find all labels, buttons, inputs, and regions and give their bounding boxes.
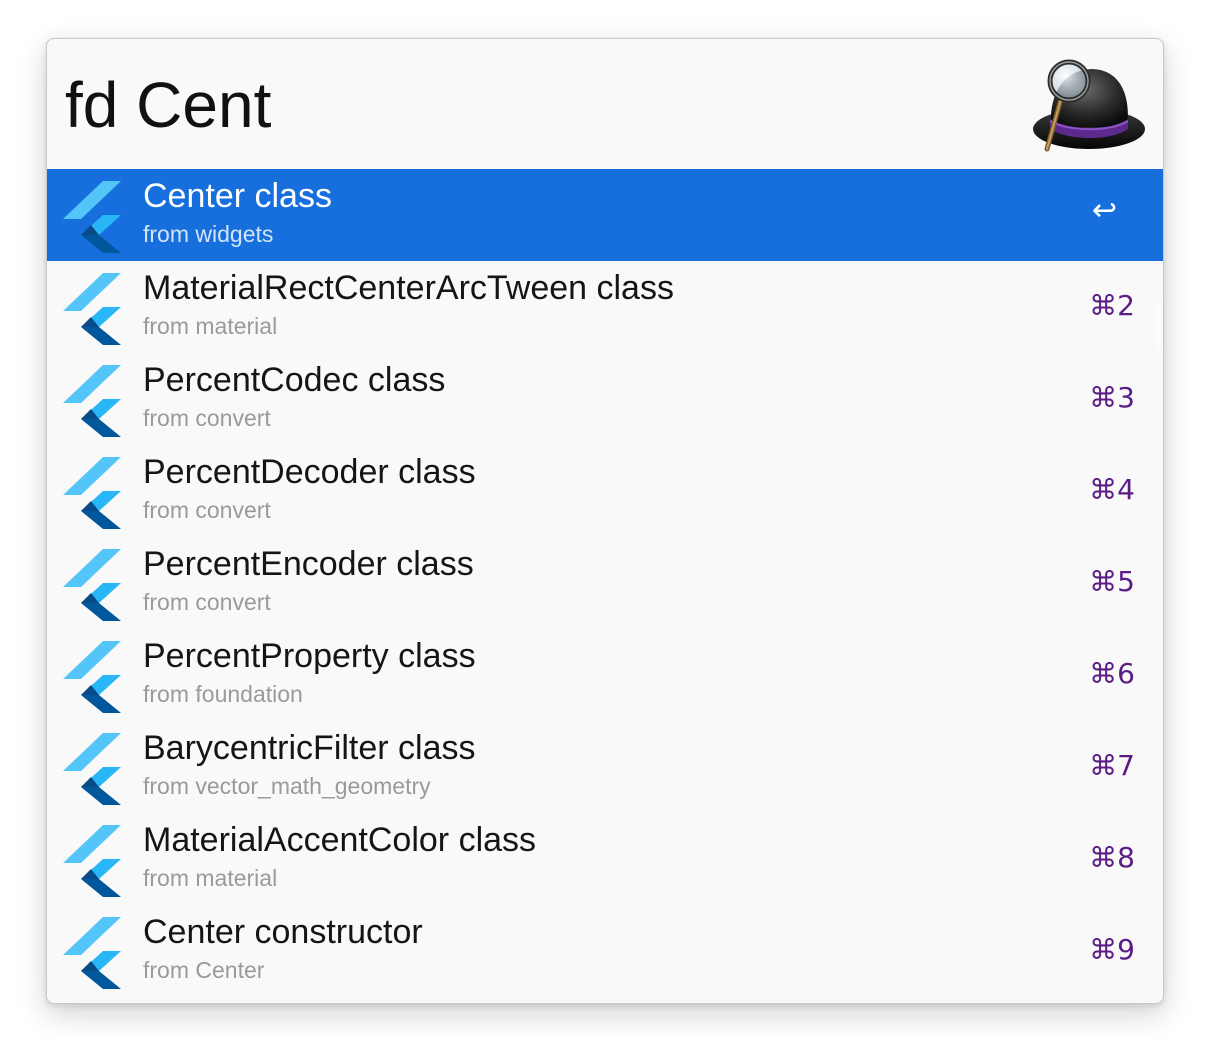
result-subtitle: from vector_math_geometry: [143, 773, 431, 799]
result-subtitle: from material: [143, 313, 278, 339]
alfred-hat-icon[interactable]: [1029, 57, 1147, 157]
result-title: Center constructor: [143, 913, 423, 951]
flutter-icon: [63, 455, 125, 529]
results-list: Center class from widgets ↩ MaterialRect…: [47, 169, 1163, 1003]
result-row[interactable]: PercentEncoder class from convert ⌘5: [47, 537, 1163, 629]
flutter-icon: [63, 547, 125, 621]
result-title: Center class: [143, 177, 332, 215]
result-title: MaterialAccentColor class: [143, 821, 537, 859]
result-subtitle: from convert: [143, 497, 271, 523]
search-bar: [47, 39, 1163, 169]
result-shortcut: ⌘3: [1089, 381, 1135, 414]
result-subtitle: from widgets: [143, 221, 274, 247]
result-shortcut: ⌘5: [1089, 565, 1135, 598]
flutter-icon: [63, 179, 125, 253]
result-row[interactable]: BarycentricFilter class from vector_math…: [47, 721, 1163, 813]
result-row[interactable]: Center constructor from Center ⌘9: [47, 905, 1163, 997]
result-subtitle: from convert: [143, 589, 271, 615]
result-subtitle: from material: [143, 865, 278, 891]
flutter-icon: [63, 915, 125, 989]
result-shortcut: ⌘4: [1089, 473, 1135, 506]
result-shortcut: ⌘9: [1089, 933, 1135, 966]
result-row[interactable]: PercentCodec class from convert ⌘3: [47, 353, 1163, 445]
result-title: MaterialRectCenterArcTween class: [143, 269, 674, 307]
flutter-icon: [63, 639, 125, 713]
result-title: PercentCodec class: [143, 361, 446, 399]
result-title: BarycentricFilter class: [143, 729, 476, 767]
scrollbar[interactable]: [1156, 301, 1161, 349]
result-shortcut: ⌘7: [1089, 749, 1135, 782]
flutter-icon: [63, 731, 125, 805]
search-input[interactable]: [65, 63, 965, 147]
result-title: PercentProperty class: [143, 637, 476, 675]
return-key-icon: ↩: [1091, 193, 1117, 228]
result-row[interactable]: Center class from widgets ↩: [47, 169, 1163, 261]
result-shortcut: ⌘6: [1089, 657, 1135, 690]
result-row[interactable]: MaterialAccentColor class from material …: [47, 813, 1163, 905]
result-shortcut: ⌘2: [1089, 289, 1135, 322]
result-title: PercentEncoder class: [143, 545, 474, 583]
result-shortcut: ⌘8: [1089, 841, 1135, 874]
result-subtitle: from Center: [143, 957, 265, 983]
flutter-icon: [63, 271, 125, 345]
result-subtitle: from convert: [143, 405, 271, 431]
result-title: PercentDecoder class: [143, 453, 476, 491]
result-row[interactable]: PercentDecoder class from convert ⌘4: [47, 445, 1163, 537]
result-row[interactable]: PercentProperty class from foundation ⌘6: [47, 629, 1163, 721]
result-subtitle: from foundation: [143, 681, 303, 707]
flutter-icon: [63, 363, 125, 437]
launcher-window: Center class from widgets ↩ MaterialRect…: [46, 38, 1164, 1004]
result-row[interactable]: MaterialRectCenterArcTween class from ma…: [47, 261, 1163, 353]
flutter-icon: [63, 823, 125, 897]
